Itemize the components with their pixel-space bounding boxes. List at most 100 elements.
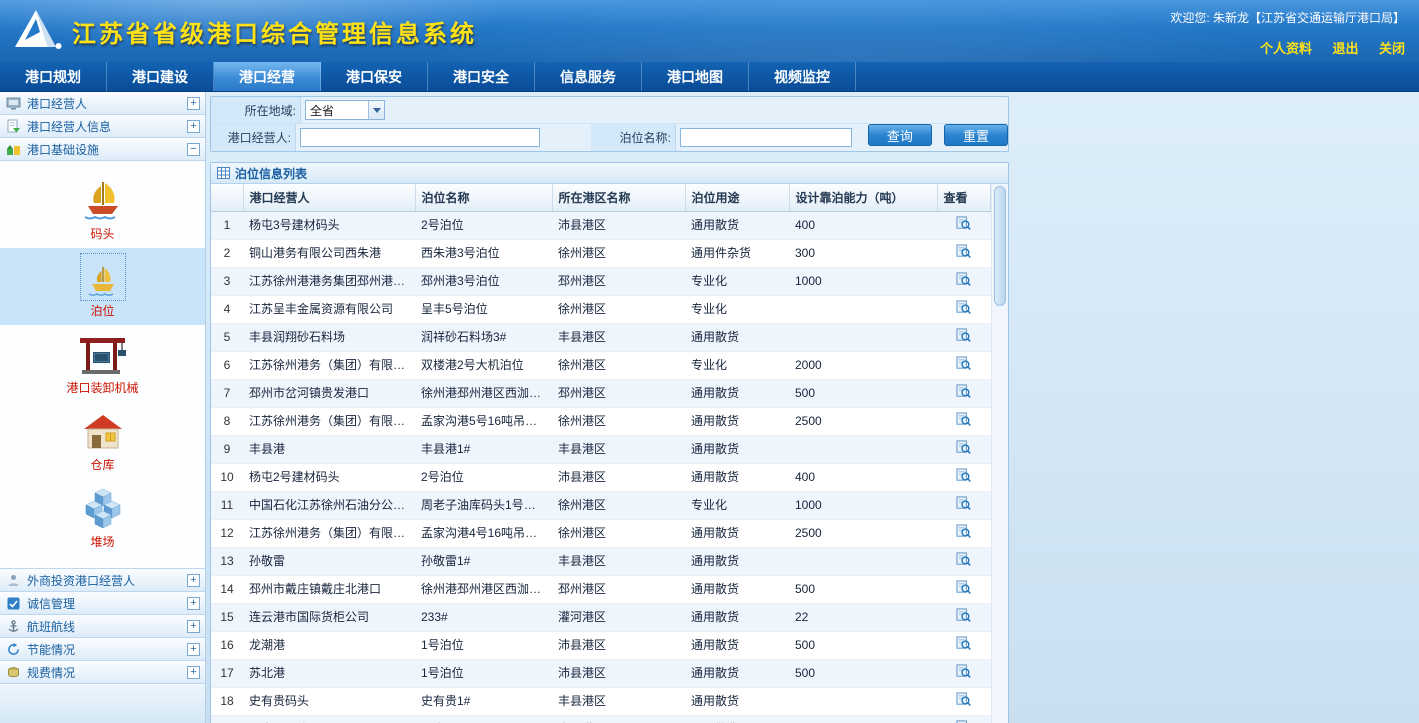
- expand-toggle[interactable]: +: [187, 120, 200, 133]
- table-row[interactable]: 16 龙潮港 1号泊位 沛县港区 通用散货 500: [211, 632, 991, 660]
- view-icon[interactable]: [956, 664, 971, 679]
- nav-tab[interactable]: 视频监控: [749, 62, 856, 91]
- expand-toggle[interactable]: +: [187, 643, 200, 656]
- nav-tab[interactable]: 港口建设: [107, 62, 214, 91]
- cell-berth: 孙敬雷1#: [415, 548, 552, 576]
- berth-name-input[interactable]: [680, 128, 852, 147]
- column-header-capacity[interactable]: 设计靠泊能力（吨）: [789, 184, 937, 212]
- view-icon[interactable]: [956, 440, 971, 455]
- view-icon[interactable]: [956, 412, 971, 427]
- expand-toggle[interactable]: +: [187, 666, 200, 679]
- cell-operator: 连云港市国际货柜公司: [243, 604, 415, 632]
- collapse-toggle[interactable]: −: [187, 143, 200, 156]
- close-link[interactable]: 关闭: [1379, 41, 1405, 56]
- view-icon[interactable]: [956, 328, 971, 343]
- table-row[interactable]: 14 邳州市戴庄镇戴庄北港口 徐州港邳州港区西泇河... 邳州港区 通用散货 5…: [211, 576, 991, 604]
- berth-table-body: 1 杨屯3号建材码头 2号泊位 沛县港区 通用散货 400: [211, 212, 991, 723]
- table-row[interactable]: 2 铜山港务有限公司西朱港 西朱港3号泊位 徐州港区 通用件杂货 300: [211, 240, 991, 268]
- cell-berth: 丰县港1#: [415, 436, 552, 464]
- operator-input[interactable]: [300, 128, 540, 147]
- view-icon[interactable]: [956, 244, 971, 259]
- view-icon[interactable]: [956, 496, 971, 511]
- table-row[interactable]: 8 江苏徐州港务（集团）有限公司 孟家沟港5号16吨吊泊位 徐州港区 通用散货 …: [211, 408, 991, 436]
- facility-item-wharf[interactable]: 码头: [0, 171, 205, 248]
- view-icon[interactable]: [956, 272, 971, 287]
- table-row[interactable]: 11 中国石化江苏徐州石油分公司周... 周老子油库码头1号泊位 徐州港区 专业…: [211, 492, 991, 520]
- expand-toggle[interactable]: +: [187, 597, 200, 610]
- table-row[interactable]: 10 杨屯2号建材码头 2号泊位 沛县港区 通用散货 400: [211, 464, 991, 492]
- facility-item-machinery[interactable]: 港口装卸机械: [0, 325, 205, 402]
- expand-toggle[interactable]: +: [187, 97, 200, 110]
- cell-capacity: [789, 716, 937, 723]
- view-icon[interactable]: [956, 216, 971, 231]
- sidebar-item-fees[interactable]: 规费情况 +: [0, 661, 205, 684]
- view-icon[interactable]: [956, 356, 971, 371]
- cell-operator: 江苏呈丰金属资源有限公司: [243, 296, 415, 324]
- table-row[interactable]: 4 江苏呈丰金属资源有限公司 呈丰5号泊位 徐州港区 专业化: [211, 296, 991, 324]
- reset-button[interactable]: 重置: [944, 124, 1008, 146]
- facility-item-berth[interactable]: 泊位: [0, 248, 205, 325]
- view-icon[interactable]: [956, 384, 971, 399]
- view-icon[interactable]: [956, 300, 971, 315]
- vertical-scrollbar[interactable]: [991, 184, 1008, 723]
- column-header-operator[interactable]: 港口经营人: [243, 184, 415, 212]
- cell-operator: 江苏徐州港港务集团邳州港有限公司: [243, 268, 415, 296]
- sidebar-item-port-operators[interactable]: 港口经营人 +: [0, 92, 205, 115]
- view-icon[interactable]: [956, 468, 971, 483]
- scrollbar-thumb[interactable]: [994, 186, 1006, 306]
- table-row[interactable]: 7 邳州市岔河镇贵发港口 徐州港邳州港区西泇河... 邳州港区 通用散货 500: [211, 380, 991, 408]
- facility-item-yard[interactable]: 堆场: [0, 479, 205, 556]
- column-header-area[interactable]: 所在港区名称: [552, 184, 685, 212]
- nav-tab[interactable]: 港口地图: [642, 62, 749, 91]
- table-row[interactable]: 13 孙敬雷 孙敬雷1# 丰县港区 通用散货: [211, 548, 991, 576]
- cell-area: 徐州港区: [552, 520, 685, 548]
- logout-link[interactable]: 退出: [1333, 41, 1359, 56]
- sidebar-item-operator-info[interactable]: 港口经营人信息 +: [0, 115, 205, 138]
- sidebar-item-energy[interactable]: 节能情况 +: [0, 638, 205, 661]
- table-row[interactable]: 15 连云港市国际货柜公司 233# 灌河港区 通用散货 22: [211, 604, 991, 632]
- nav-tab-label: 视频监控: [774, 69, 830, 85]
- view-icon[interactable]: [956, 608, 971, 623]
- row-number: 13: [211, 548, 243, 576]
- view-icon[interactable]: [956, 692, 971, 707]
- cell-area: 邳州港区: [552, 576, 685, 604]
- sidebar-item-infrastructure[interactable]: 港口基础设施 −: [0, 138, 205, 161]
- table-row[interactable]: 17 苏北港 1号泊位 沛县港区 通用散货 500: [211, 660, 991, 688]
- sidebar-item-credit[interactable]: 诚信管理 +: [0, 592, 205, 615]
- cell-area: 徐州港区: [552, 296, 685, 324]
- table-row[interactable]: 3 江苏徐州港港务集团邳州港有限公司 邳州港3号泊位 邳州港区 专业化 1000: [211, 268, 991, 296]
- column-header-use[interactable]: 泊位用途: [685, 184, 789, 212]
- nav-tab[interactable]: 港口保安: [321, 62, 428, 91]
- sidebar-item-label: 港口经营人信息: [27, 118, 187, 135]
- table-row[interactable]: 5 丰县润翔砂石料场 润祥砂石料场3# 丰县港区 通用散货: [211, 324, 991, 352]
- table-row[interactable]: 9 丰县港 丰县港1# 丰县港区 通用散货: [211, 436, 991, 464]
- cell-area: 丰县港区: [552, 436, 685, 464]
- view-icon[interactable]: [956, 524, 971, 539]
- expand-toggle[interactable]: +: [187, 574, 200, 587]
- view-icon[interactable]: [956, 636, 971, 651]
- nav-tab[interactable]: 港口经营: [214, 62, 321, 91]
- cell-view: [937, 660, 991, 688]
- nav-tab[interactable]: 港口规划: [0, 62, 107, 91]
- table-row[interactable]: 18 史有贵码头 史有贵1# 丰县港区 通用散货: [211, 688, 991, 716]
- view-icon[interactable]: [956, 580, 971, 595]
- table-row[interactable]: 6 江苏徐州港务（集团）有限公司 双楼港2号大机泊位 徐州港区 专业化 2000: [211, 352, 991, 380]
- column-header-berth[interactable]: 泊位名称: [415, 184, 552, 212]
- sidebar-item-foreign-investors[interactable]: 外商投资港口经营人 +: [0, 569, 205, 592]
- machinery-icon: [78, 333, 128, 375]
- expand-toggle[interactable]: +: [187, 620, 200, 633]
- nav-tab[interactable]: 港口安全: [428, 62, 535, 91]
- facility-item-warehouse[interactable]: 仓库: [0, 402, 205, 479]
- cell-berth: 2号泊位: [415, 212, 552, 240]
- region-select[interactable]: 全省: [305, 100, 385, 120]
- table-row[interactable]: 1 杨屯3号建材码头 2号泊位 沛县港区 通用散货 400: [211, 212, 991, 240]
- view-icon[interactable]: [956, 552, 971, 567]
- table-row[interactable]: 12 江苏徐州港务（集团）有限公司 孟家沟港4号16吨吊泊位 徐州港区 通用散货…: [211, 520, 991, 548]
- cell-capacity: [789, 436, 937, 464]
- cell-use: 通用散货: [685, 576, 789, 604]
- nav-tab[interactable]: 信息服务: [535, 62, 642, 91]
- search-button[interactable]: 查询: [868, 124, 932, 146]
- table-row[interactable]: 19 王寄雷码头 王寄雷1# 丰县港区 通用散货: [211, 716, 991, 723]
- profile-link[interactable]: 个人资料: [1260, 41, 1312, 56]
- sidebar-item-routes[interactable]: 航班航线 +: [0, 615, 205, 638]
